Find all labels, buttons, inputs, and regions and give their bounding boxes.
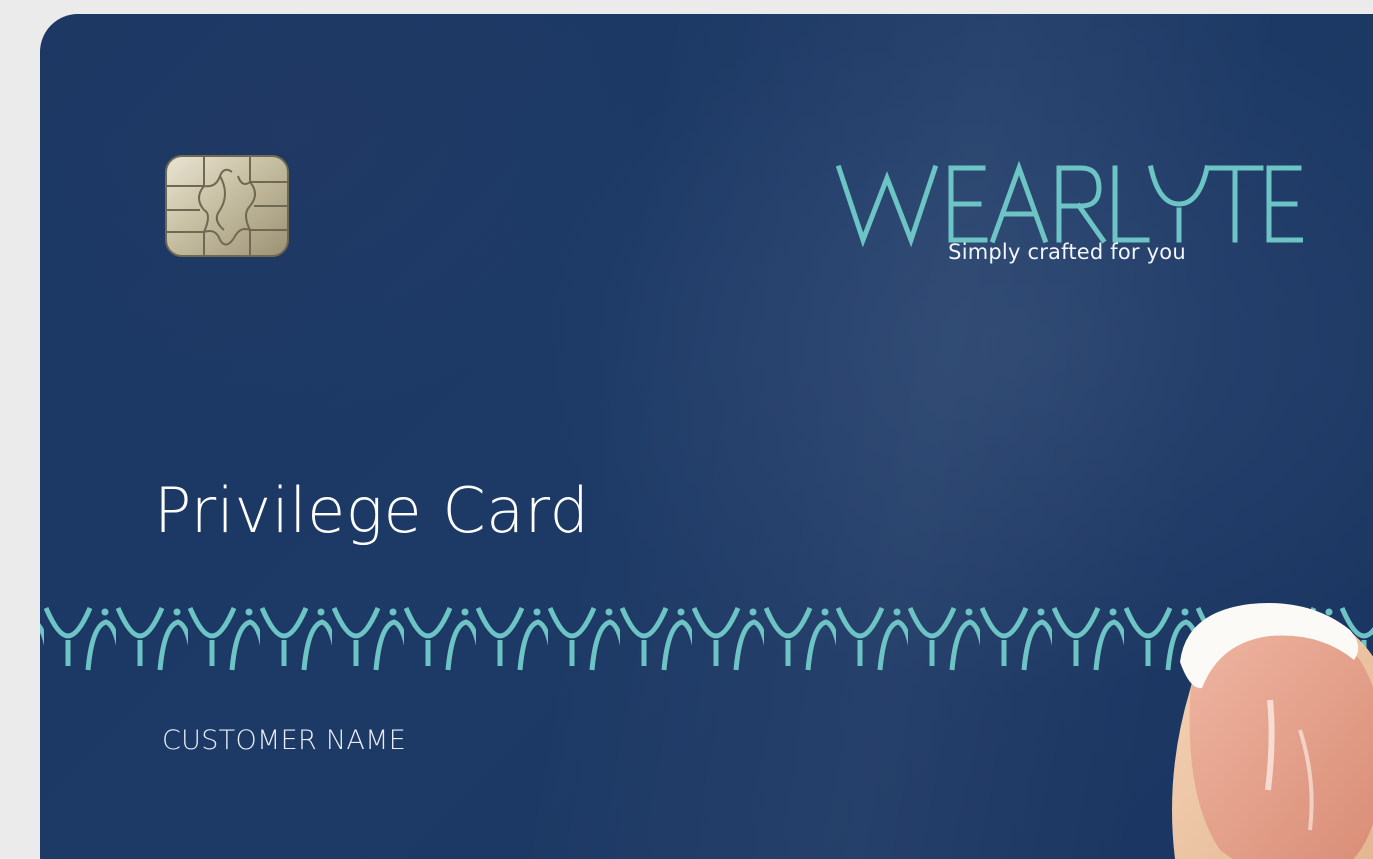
card-title: Privilege Card: [154, 474, 590, 547]
customer-name-label: CUSTOMER NAME: [162, 725, 407, 756]
finger-image: [1172, 603, 1373, 859]
brand-tagline: Simply crafted for you: [948, 240, 1186, 264]
card-mockup: Simply crafted for you Privilege Card CU…: [0, 0, 1373, 859]
emv-chip-icon: [165, 155, 289, 257]
